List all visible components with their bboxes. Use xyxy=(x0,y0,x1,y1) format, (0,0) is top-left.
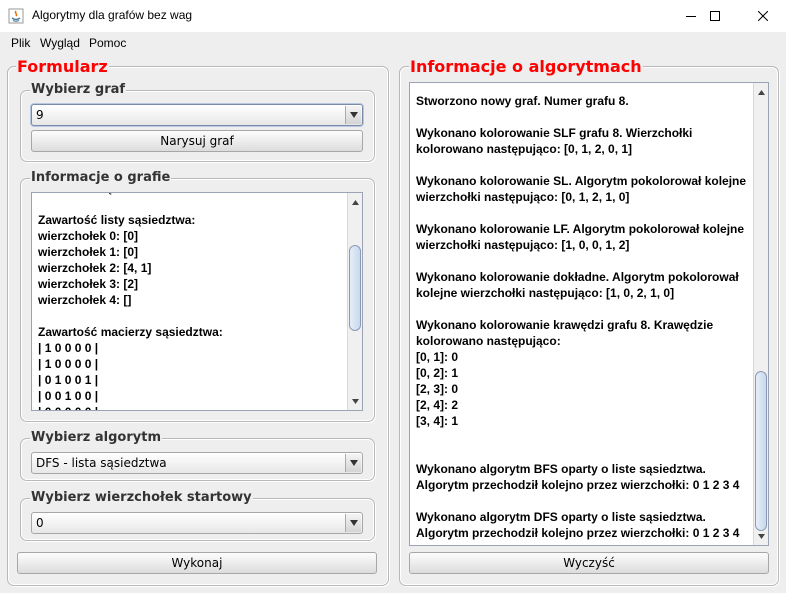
window-title: Algorytmy dla grafów bez wag xyxy=(32,8,193,22)
algorithm-section-title: Wybierz algorytm xyxy=(30,430,163,446)
graph-info-title: Informacje o grafie xyxy=(30,170,172,186)
algorithms-log-text: Stworzono nowy graf. Numer grafu 8. Wyko… xyxy=(416,94,747,540)
graph-section-title: Wybierz graf xyxy=(30,82,127,98)
chevron-down-icon xyxy=(345,454,361,472)
menu-wyglad[interactable]: Wygląd xyxy=(40,36,80,50)
graph-info-text: Liczba krawędzi: 5 Zawartość listy sąsie… xyxy=(38,193,223,410)
form-panel-title: Formularz xyxy=(16,57,109,76)
scroll-thumb[interactable] xyxy=(755,371,767,531)
graph-select-value: 9 xyxy=(36,108,44,122)
algorithms-log-textarea[interactable]: Stworzono nowy graf. Numer grafu 8. Wyko… xyxy=(409,82,769,546)
menu-plik[interactable]: Plik xyxy=(11,36,30,50)
title-bar: Algorytmy dla grafów bez wag xyxy=(0,0,786,32)
menu-bar: Plik Wygląd Pomoc xyxy=(0,32,786,54)
maximize-button[interactable] xyxy=(692,0,738,32)
graph-info-scrollbar[interactable] xyxy=(347,193,362,410)
maximize-icon xyxy=(710,11,720,21)
graph-info-textarea[interactable]: Liczba krawędzi: 5 Zawartość listy sąsie… xyxy=(31,192,363,411)
start-vertex-select-value: 0 xyxy=(36,516,44,530)
clear-button[interactable]: Wyczyść xyxy=(409,552,769,574)
chevron-down-icon xyxy=(345,514,361,532)
close-button[interactable] xyxy=(740,0,786,32)
draw-graph-button[interactable]: Narysuj graf xyxy=(31,130,363,152)
start-vertex-select[interactable]: 0 xyxy=(31,512,363,534)
graph-select[interactable]: 9 xyxy=(31,104,363,126)
algorithm-select[interactable]: DFS - lista sąsiedztwa xyxy=(31,452,363,474)
scroll-up-icon[interactable] xyxy=(754,85,768,99)
menu-pomoc[interactable]: Pomoc xyxy=(89,36,126,50)
java-app-icon xyxy=(8,8,24,24)
close-icon xyxy=(758,11,768,21)
algorithm-select-value: DFS - lista sąsiedztwa xyxy=(36,456,167,470)
algorithms-info-title: Informacje o algorytmach xyxy=(409,57,643,76)
start-vertex-section-title: Wybierz wierzchołek startowy xyxy=(30,490,253,506)
scroll-thumb[interactable] xyxy=(349,245,361,331)
chevron-down-icon xyxy=(345,106,361,124)
algorithms-log-scrollbar[interactable] xyxy=(753,83,768,545)
scroll-down-icon[interactable] xyxy=(754,529,768,543)
execute-button[interactable]: Wykonaj xyxy=(17,552,377,574)
scroll-down-icon[interactable] xyxy=(348,394,362,408)
scroll-up-icon[interactable] xyxy=(348,195,362,209)
